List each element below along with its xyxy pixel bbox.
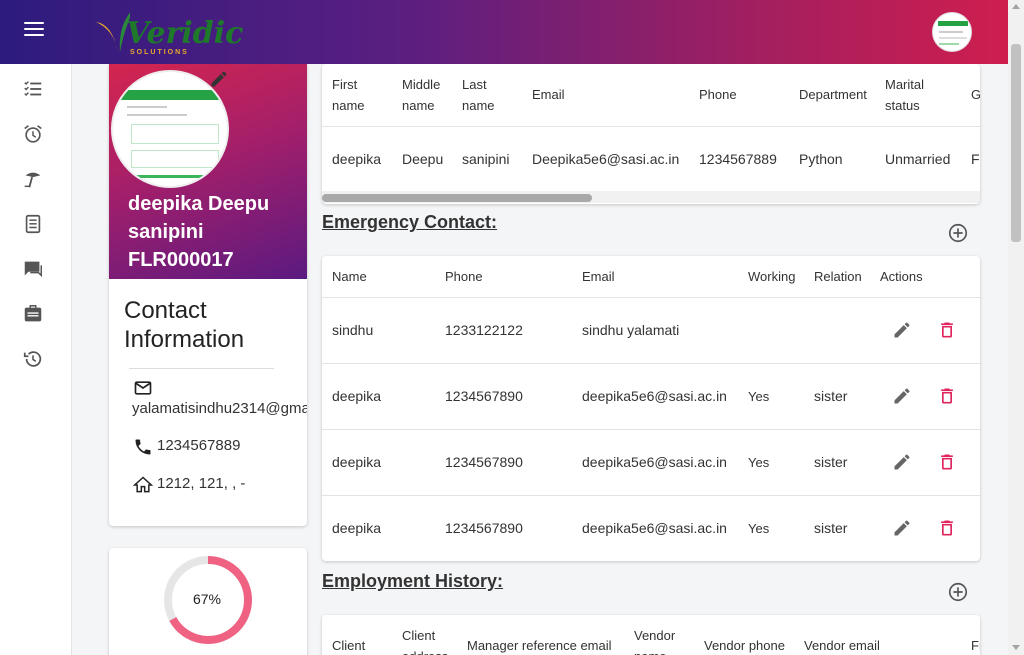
cell-marital-status: Unmarried — [885, 151, 951, 167]
edit-icon[interactable] — [892, 320, 912, 340]
contact-address: 1212, 121, , - — [157, 475, 246, 492]
col-gender: Ge — [971, 87, 980, 102]
progress-label: 67% — [192, 591, 222, 607]
employee-info-table: First name Middle name Last name Email Phon… — [322, 64, 980, 204]
inbox-icon[interactable] — [22, 303, 44, 325]
col-middle-name: Middle name — [402, 77, 441, 113]
sidebar-nav — [0, 64, 72, 655]
table-row-phone: 1233122122 — [445, 322, 523, 338]
col-vendor-phone: Vendor phone — [704, 638, 785, 653]
cell-gender: Fe — [971, 151, 980, 167]
cell-email: Deepika5e6@sasi.ac.in — [532, 151, 680, 167]
col-vendor-name: Vendorname — [634, 628, 676, 655]
emergency-contact-title: Emergency Contact: — [322, 212, 498, 232]
table-row-working: Yes — [748, 389, 770, 404]
col-working: Working — [748, 269, 796, 284]
add-emergency-contact-icon[interactable] — [947, 222, 969, 244]
employment-history-title: Employment History: — [322, 571, 504, 591]
email-icon — [134, 381, 152, 395]
top-app-bar: Veridic SOLUTIONS — [0, 0, 1024, 64]
col-name: Name — [332, 269, 367, 284]
profile-name: deepika Deepu sanipini FLR000017 — [128, 190, 298, 274]
col-manager-reference-email: Manager reference email — [467, 638, 612, 653]
history-icon[interactable] — [22, 348, 44, 370]
col-vendor-email: Vendor email — [804, 638, 880, 653]
horizontal-scrollbar-thumb[interactable] — [322, 194, 592, 202]
contact-phone: 1234567889 — [157, 437, 241, 454]
delete-icon[interactable] — [937, 452, 957, 472]
col-actions: Actions — [880, 269, 923, 284]
contact-info-title: Contact Information — [124, 296, 294, 354]
profile-card: deepika Deepu sanipini FLR000017 Contact… — [109, 64, 307, 526]
scroll-down-arrow-icon[interactable] — [1012, 645, 1020, 650]
profile-progress-card: 67% — [109, 548, 307, 655]
col-last-name: Last name — [462, 77, 495, 113]
edit-photo-icon[interactable] — [209, 69, 229, 89]
add-employment-history-icon[interactable] — [947, 581, 969, 603]
col-relation: Relation — [814, 269, 862, 284]
cell-last-name: sanipini — [462, 151, 510, 167]
col-client-address: Clientaddress — [402, 628, 448, 655]
cell-phone: 1234567889 — [699, 151, 777, 167]
table-row-relation: sister — [814, 520, 848, 536]
col-first-name: First name — [332, 77, 365, 113]
table-row-phone: 1234567890 — [445, 454, 523, 470]
table-row-relation: sister — [814, 388, 848, 404]
table-row-email: deepika5e6@sasi.ac.in — [582, 520, 727, 536]
table-row-name: deepika — [332, 520, 382, 536]
profile-name-line2: sanipini — [128, 221, 204, 243]
col-phone: Phone — [699, 87, 737, 102]
delete-icon[interactable] — [937, 320, 957, 340]
table-row-email: deepika5e6@sasi.ac.in — [582, 388, 727, 404]
emergency-contact-table: Name Phone Email Working Relation Action… — [322, 256, 980, 561]
table-row-relation: sister — [814, 454, 848, 470]
table-row-phone: 1234567890 — [445, 520, 523, 536]
home-icon — [133, 476, 153, 493]
profile-name-line1: deepika Deepu — [128, 193, 270, 215]
delete-icon[interactable] — [937, 518, 957, 538]
travel-icon[interactable] — [22, 168, 44, 190]
table-row-email: sindhu yalamati — [582, 322, 680, 338]
logo-subtitle: SOLUTIONS — [130, 49, 189, 56]
scroll-up-arrow-icon[interactable] — [1012, 4, 1020, 9]
col-from: Fr — [971, 638, 980, 653]
contact-title-line2: Information — [124, 326, 245, 353]
chat-icon[interactable] — [22, 258, 44, 280]
edit-icon[interactable] — [892, 386, 912, 406]
table-row-working: Yes — [748, 455, 770, 470]
document-icon[interactable] — [22, 213, 44, 235]
profile-id: FLR000017 — [128, 249, 234, 271]
edit-icon[interactable] — [892, 518, 912, 538]
cell-first-name: deepika — [332, 151, 382, 167]
profile-header: deepika Deepu sanipini FLR000017 — [109, 64, 307, 279]
col-client: Client — [332, 638, 366, 653]
col-email: Email — [582, 269, 615, 284]
checklist-icon[interactable] — [22, 78, 44, 100]
table-row-email: deepika5e6@sasi.ac.in — [582, 454, 727, 470]
col-department: Department — [799, 87, 867, 102]
alarm-icon[interactable] — [22, 123, 44, 145]
divider — [129, 368, 274, 369]
table-row-working: Yes — [748, 521, 770, 536]
phone-icon — [135, 439, 151, 455]
contact-email: yalamatisindhu2314@gmail.com — [132, 400, 307, 417]
table-row-name: sindhu — [332, 322, 374, 338]
table-row-name: deepika — [332, 454, 382, 470]
contact-title-line1: Contact — [124, 297, 207, 324]
logo-text: Veridic — [126, 16, 244, 51]
table-row-phone: 1234567890 — [445, 388, 523, 404]
delete-icon[interactable] — [937, 386, 957, 406]
table-row-name: deepika — [332, 388, 382, 404]
col-phone: Phone — [445, 269, 483, 284]
cell-department: Python — [799, 151, 843, 167]
user-avatar[interactable] — [932, 12, 972, 52]
edit-icon[interactable] — [892, 452, 912, 472]
col-marital-status: Marital status — [885, 77, 925, 113]
cell-middle-name: Deepu — [402, 151, 444, 167]
hamburger-menu-icon[interactable] — [24, 22, 44, 42]
company-logo: Veridic SOLUTIONS — [90, 4, 243, 60]
page-scrollbar-thumb[interactable] — [1011, 44, 1021, 242]
employment-history-table: Client Clientaddress Manager reference e… — [322, 615, 980, 655]
col-email: Email — [532, 87, 565, 102]
